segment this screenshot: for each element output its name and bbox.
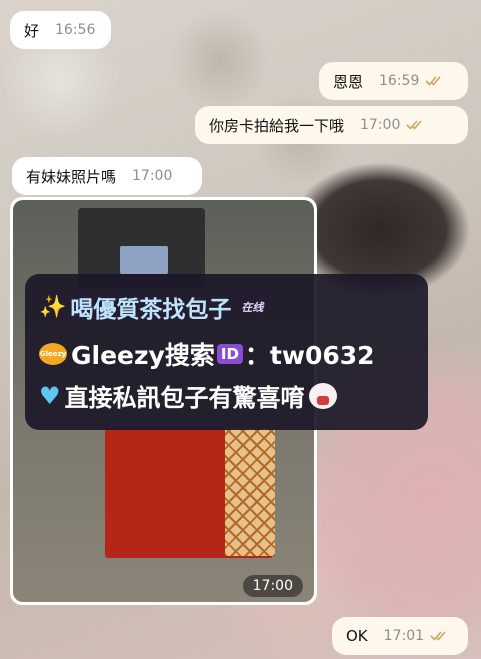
promo-line-3: ♥ 直接私訊包子有驚喜唷 xyxy=(39,378,337,413)
promo-title: 喝優質茶找包子 xyxy=(70,297,232,323)
sparkles-icon: ✨ xyxy=(39,294,67,320)
promo-search-text: Gleezy搜索 xyxy=(71,341,215,370)
message-time: 16:59 xyxy=(379,73,420,89)
image-time: 17:00 xyxy=(242,575,303,597)
promo-id-value: ：tw0632 xyxy=(244,341,375,370)
card-pattern xyxy=(225,428,275,556)
message-text: 恩恩 xyxy=(333,72,364,91)
message-time: 17:01 xyxy=(383,628,425,644)
message-time: 16:56 xyxy=(55,22,96,38)
double-check-icon xyxy=(425,75,445,87)
card-reader-screen xyxy=(120,246,168,274)
promo-line-1: ✨ 喝優質茶找包子 在线 xyxy=(39,290,263,324)
promo-line-2: Gleezy Gleezy搜索 ID ：tw0632 xyxy=(39,336,375,372)
cat-face-icon xyxy=(308,382,337,409)
message-bubble-outgoing[interactable]: 你房卡拍給我一下哦 17:00 xyxy=(195,106,468,144)
double-check-icon xyxy=(406,119,426,131)
message-text: 你房卡拍給我一下哦 xyxy=(209,116,345,135)
message-bubble-outgoing[interactable]: OK 17:01 xyxy=(332,617,468,655)
message-time: 17:00 xyxy=(360,117,401,133)
blue-heart-icon: ♥ xyxy=(39,381,61,410)
promo-tag: 在线 xyxy=(241,301,264,314)
gleezy-logo-icon: Gleezy xyxy=(39,343,67,365)
message-text: 好 xyxy=(24,21,40,40)
double-check-icon xyxy=(430,630,450,642)
message-time: 17:00 xyxy=(132,168,173,184)
message-bubble-incoming[interactable]: 好 16:56 xyxy=(10,11,111,49)
promo-overlay: ✨ 喝優質茶找包子 在线 Gleezy Gleezy搜索 ID ：tw0632 … xyxy=(25,274,428,430)
id-icon: ID xyxy=(216,344,243,364)
promo-cta-text: 直接私訊包子有驚喜唷 xyxy=(64,384,305,412)
message-text: OK xyxy=(346,627,368,645)
message-text: 有妹妹照片嗎 xyxy=(26,167,117,186)
message-bubble-incoming[interactable]: 有妹妹照片嗎 17:00 xyxy=(12,157,202,195)
message-bubble-outgoing[interactable]: 恩恩 16:59 xyxy=(319,62,468,100)
